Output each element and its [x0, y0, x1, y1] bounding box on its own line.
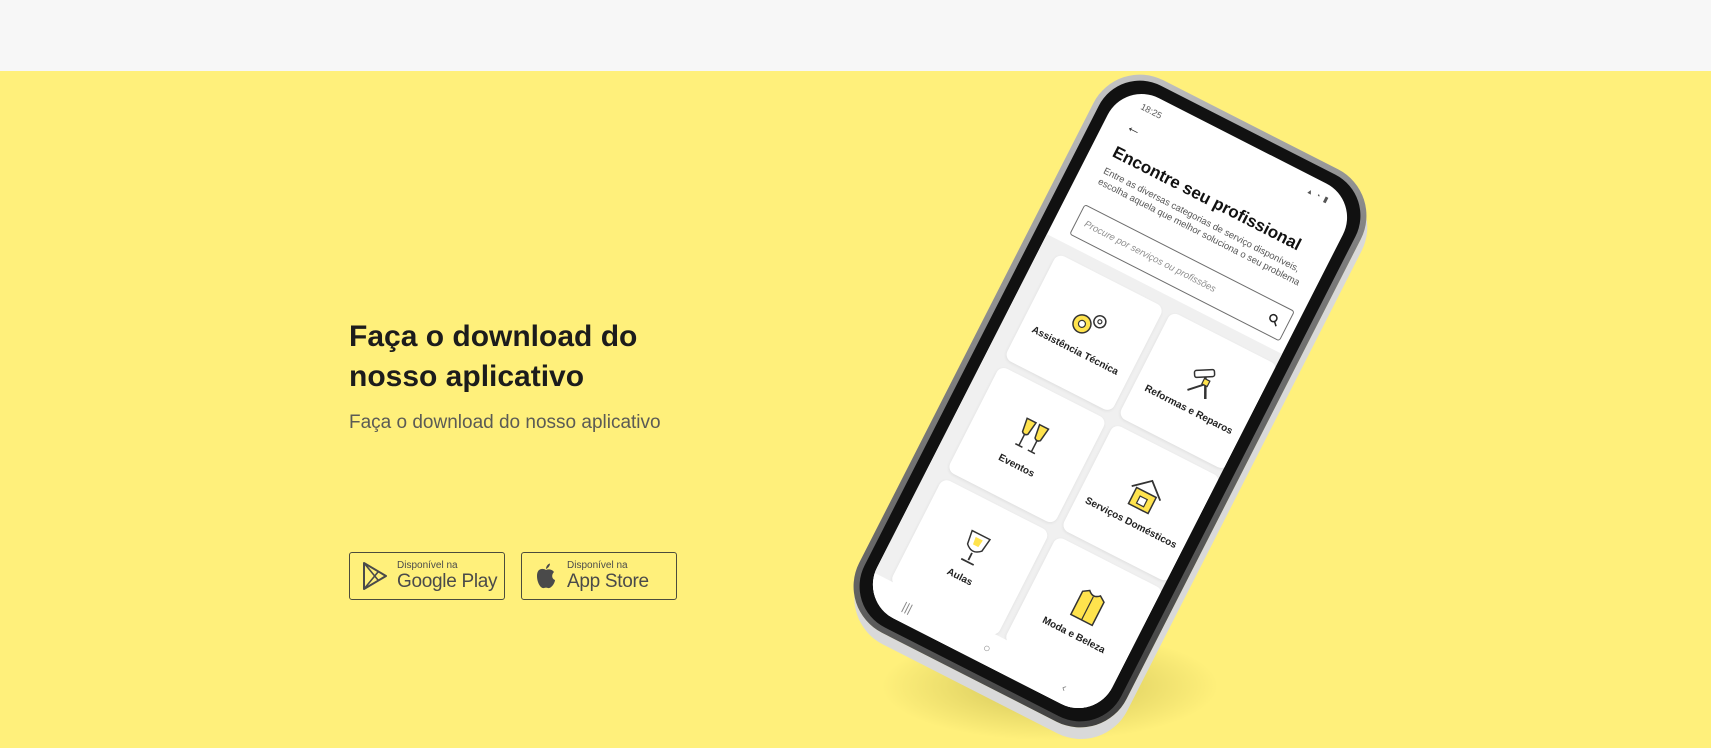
google-play-button[interactable]: Disponível na Google Play: [349, 552, 505, 600]
app-store-label: App Store: [567, 570, 649, 592]
back-icon: ‹: [1059, 680, 1070, 695]
download-copy: Faça o download do nosso aplicativo Faça…: [349, 317, 789, 435]
google-play-icon: [363, 562, 387, 590]
section-title: Faça o download do nosso aplicativo: [349, 317, 789, 397]
title-line-2: nosso aplicativo: [349, 360, 585, 393]
home-icon: ○: [980, 640, 994, 657]
phone-screen: 18:25 ▴ ◔ ▮ ← Encontre seu profissional …: [859, 80, 1361, 722]
section-subtitle: Faça o download do nosso aplicativo: [349, 412, 661, 433]
clothes-icon: [1069, 589, 1105, 627]
trophy-icon: [960, 529, 992, 566]
house-icon: [1127, 479, 1162, 515]
champagne-icon: [1014, 417, 1050, 455]
status-time: 18:25: [1139, 101, 1164, 121]
back-arrow-icon: ←: [1123, 117, 1146, 141]
app-download-section: Faça o download do nosso aplicativo Faça…: [0, 71, 1711, 748]
hammer-icon: [1187, 368, 1216, 400]
app-store-caption: Disponível na: [567, 559, 628, 571]
category-label: Aulas: [944, 566, 975, 589]
store-buttons: Disponível na Google Play Disponível na …: [349, 552, 677, 600]
app-store-button[interactable]: Disponível na App Store: [521, 552, 677, 600]
recent-apps-icon: |||: [900, 599, 915, 616]
status-icons: ▴ ◔ ▮: [1306, 186, 1331, 205]
phone-mockup: 18:25 ▴ ◔ ▮ ← Encontre seu profissional …: [835, 71, 1385, 746]
title-line-1: Faça o download do: [349, 320, 638, 353]
top-bar: [0, 0, 1711, 71]
google-play-label: Google Play: [397, 570, 498, 592]
google-play-caption: Disponível na: [397, 559, 458, 571]
apple-icon: [537, 563, 555, 589]
